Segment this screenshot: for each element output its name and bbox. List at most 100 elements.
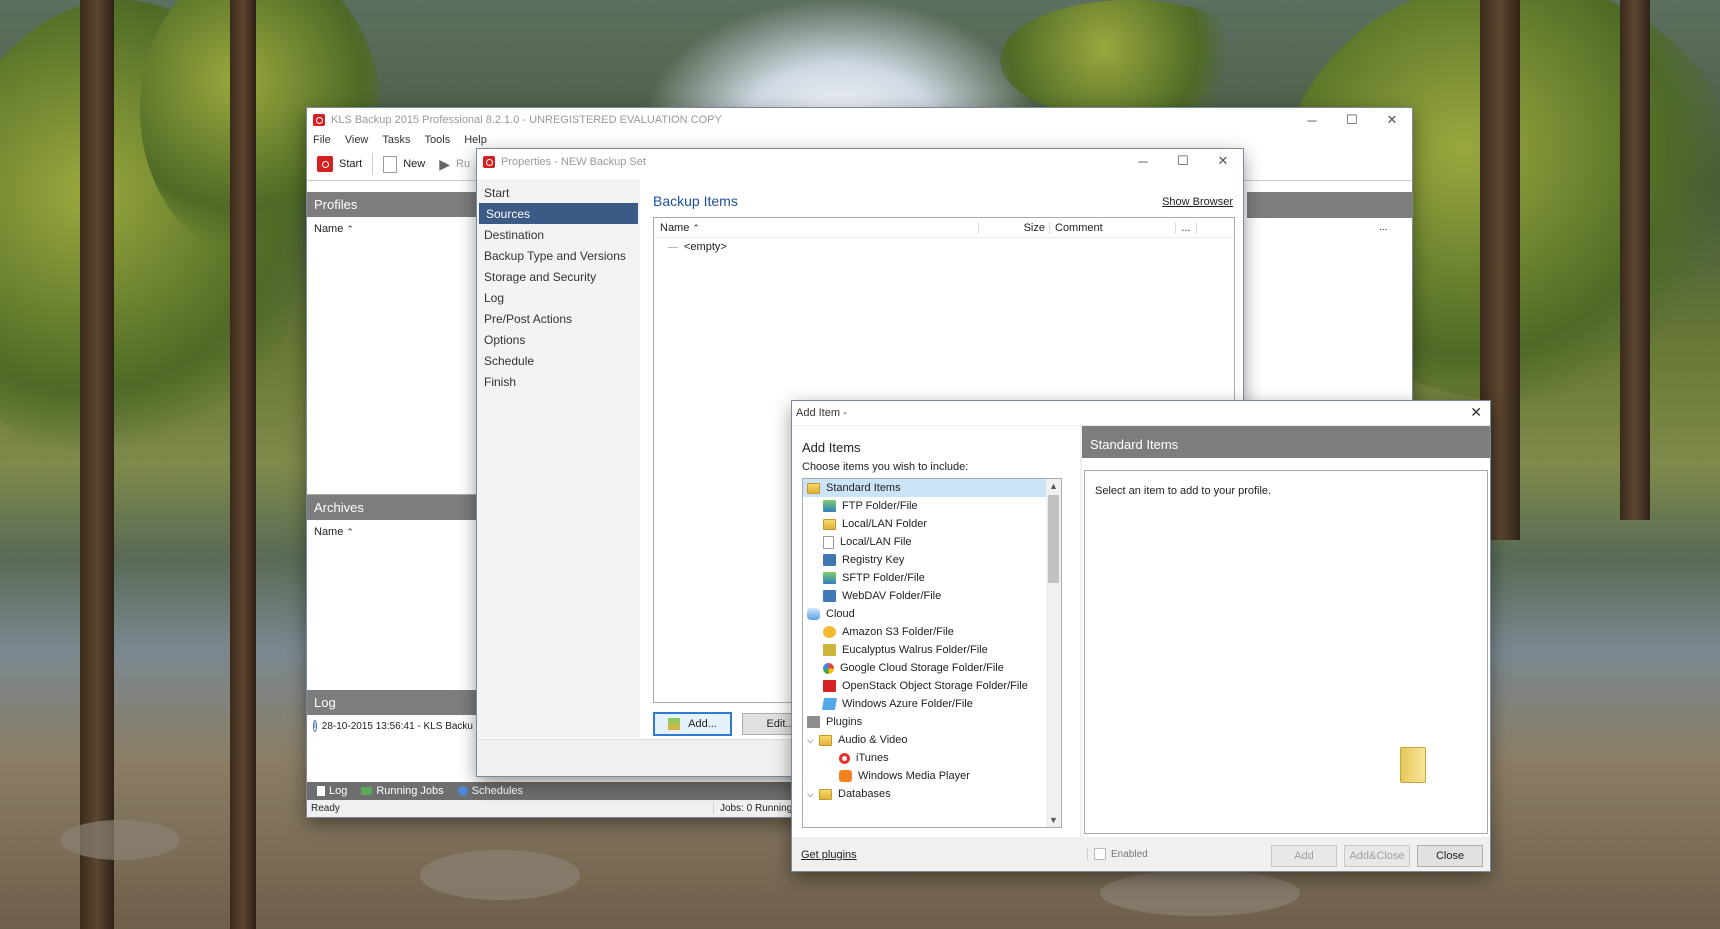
new-document-icon	[383, 155, 398, 173]
tree-google-cloud[interactable]: Google Cloud Storage Folder/File	[803, 659, 1046, 677]
nav-schedule[interactable]: Schedule	[477, 350, 640, 371]
new-button[interactable]: New	[379, 155, 429, 173]
run-button[interactable]: ▶ Ru	[435, 156, 474, 173]
tree-local-folder[interactable]: Local/LAN Folder	[803, 515, 1046, 533]
tree-cloud[interactable]: Cloud	[803, 605, 1046, 623]
maximize-icon[interactable]: ☐	[1332, 108, 1372, 132]
status-ready: Ready	[311, 803, 340, 814]
item-tree[interactable]: Standard Items FTP Folder/File Local/LAN…	[802, 478, 1062, 828]
add-items-heading: Add Items	[802, 440, 861, 455]
tree-registry[interactable]: Registry Key	[803, 551, 1046, 569]
scroll-thumb[interactable]	[1048, 495, 1059, 583]
menu-tasks[interactable]: Tasks	[382, 134, 410, 146]
tree-amazon-s3[interactable]: Amazon S3 Folder/File	[803, 623, 1046, 641]
tree-local-file[interactable]: Local/LAN File	[803, 533, 1046, 551]
tree-registry-label: Registry Key	[842, 554, 905, 566]
run-label: Ru	[456, 158, 471, 170]
nav-options[interactable]: Options	[477, 329, 640, 350]
tree-itunes[interactable]: iTunes	[803, 749, 1046, 767]
start-label: Start	[339, 158, 363, 170]
add-items-subheading: Choose items you wish to include:	[802, 461, 969, 473]
tab-running-jobs-label: Running Jobs	[376, 785, 444, 797]
menu-tools[interactable]: Tools	[425, 134, 451, 146]
scroll-up-icon[interactable]: ▲	[1046, 479, 1061, 493]
tree-content: Standard Items FTP Folder/File Local/LAN…	[803, 479, 1046, 803]
main-right-ellipsis[interactable]: ...	[1379, 222, 1387, 233]
tab-running-jobs[interactable]: Running Jobs	[361, 785, 444, 797]
enabled-checkbox[interactable]: Enabled	[1087, 848, 1148, 860]
tree-scrollbar[interactable]: ▲ ▼	[1046, 479, 1061, 827]
col-comment[interactable]: Comment	[1050, 221, 1176, 234]
folder-icon	[823, 518, 836, 530]
scroll-down-icon[interactable]: ▼	[1046, 813, 1061, 827]
add-item-button[interactable]: Add	[1271, 845, 1337, 867]
close-icon[interactable]: ✕	[1203, 149, 1243, 173]
folder-icon	[819, 734, 832, 746]
dialog-footer: Get plugins Enabled Add Add&Close Close	[792, 839, 1490, 871]
tree-plugins[interactable]: Plugins	[803, 713, 1046, 731]
col-more[interactable]: ...	[1176, 221, 1197, 234]
start-icon	[317, 156, 333, 172]
tree-wmp[interactable]: Windows Media Player	[803, 767, 1046, 785]
maximize-icon[interactable]: ☐	[1163, 149, 1203, 173]
close-icon[interactable]: ✕	[1372, 108, 1412, 132]
nav-log[interactable]: Log	[477, 287, 640, 308]
expand-chevron-icon[interactable]: ⌵	[807, 735, 819, 746]
tab-log[interactable]: Log	[317, 785, 347, 797]
tree-sftp[interactable]: SFTP Folder/File	[803, 569, 1046, 587]
amazon-s3-icon	[823, 626, 836, 638]
tree-eucalyptus[interactable]: Eucalyptus Walrus Folder/File	[803, 641, 1046, 659]
log-entry[interactable]: i 28-10-2015 13:56:41 - KLS Backu	[307, 715, 477, 737]
tree-databases[interactable]: ⌵ Databases	[803, 785, 1046, 803]
add-items-left: Add Items Choose items you wish to inclu…	[792, 426, 1080, 837]
folder-icon	[819, 788, 832, 800]
archives-name-column[interactable]: Name ⌃	[307, 520, 477, 544]
running-jobs-icon	[361, 787, 373, 795]
close-button[interactable]: Close	[1417, 845, 1483, 867]
tree-audio-video[interactable]: ⌵ Audio & Video	[803, 731, 1046, 749]
tree-azure[interactable]: Windows Azure Folder/File	[803, 695, 1046, 713]
start-button[interactable]: Start	[313, 156, 366, 172]
profiles-name-column[interactable]: Name ⌃	[307, 217, 477, 241]
minimize-icon[interactable]: ─	[1123, 149, 1163, 173]
nav-pre-post-actions[interactable]: Pre/Post Actions	[477, 308, 640, 329]
nav-storage-security[interactable]: Storage and Security	[477, 266, 640, 287]
close-icon[interactable]: ✕	[1470, 404, 1482, 421]
minimize-icon[interactable]: ─	[1292, 108, 1332, 132]
menu-help[interactable]: Help	[464, 134, 487, 146]
menu-file[interactable]: File	[313, 134, 331, 146]
archives-name-label: Name	[314, 526, 344, 538]
status-jobs: Jobs: 0 Running,	[713, 803, 795, 814]
eucalyptus-icon	[823, 644, 836, 656]
tree-openstack[interactable]: OpenStack Object Storage Folder/File	[803, 677, 1046, 695]
add-item-titlebar[interactable]: Add Item - ✕	[792, 401, 1490, 425]
nav-start[interactable]: Start	[477, 182, 640, 203]
nav-destination[interactable]: Destination	[477, 224, 640, 245]
show-browser-link[interactable]: Show Browser	[1162, 196, 1233, 208]
add-close-button[interactable]: Add&Close	[1344, 845, 1410, 867]
properties-titlebar[interactable]: Properties - NEW Backup Set ─ ☐ ✕	[477, 149, 1243, 175]
col-size[interactable]: Size	[979, 221, 1050, 234]
plugins-icon	[807, 716, 820, 728]
tree-ftp[interactable]: FTP Folder/File	[803, 497, 1046, 515]
nav-sources[interactable]: Sources	[479, 203, 638, 224]
tree-audio-video-label: Audio & Video	[838, 734, 908, 746]
add-item-title: Add Item -	[796, 407, 847, 419]
expand-chevron-icon[interactable]: ⌵	[807, 789, 819, 800]
tab-schedules[interactable]: Schedules	[457, 785, 523, 797]
add-item-dialog: Add Item - ✕ Add Items Choose items you …	[792, 401, 1490, 871]
tree-standard-label: Standard Items	[826, 482, 901, 494]
tree-local-folder-label: Local/LAN Folder	[842, 518, 927, 530]
tree-webdav[interactable]: WebDAV Folder/File	[803, 587, 1046, 605]
nav-finish[interactable]: Finish	[477, 371, 640, 392]
nav-backup-type[interactable]: Backup Type and Versions	[477, 245, 640, 266]
main-titlebar[interactable]: KLS Backup 2015 Professional 8.2.1.0 - U…	[307, 108, 1412, 132]
col-name[interactable]: Name ⌃	[654, 221, 979, 234]
tree-cloud-label: Cloud	[826, 608, 855, 620]
tree-eucalyptus-label: Eucalyptus Walrus Folder/File	[842, 644, 988, 656]
menu-view[interactable]: View	[345, 134, 369, 146]
add-button[interactable]: Add...	[653, 712, 732, 736]
get-plugins-link[interactable]: Get plugins	[801, 849, 857, 861]
tree-standard-items[interactable]: Standard Items	[803, 479, 1046, 497]
info-icon: i	[313, 720, 317, 732]
